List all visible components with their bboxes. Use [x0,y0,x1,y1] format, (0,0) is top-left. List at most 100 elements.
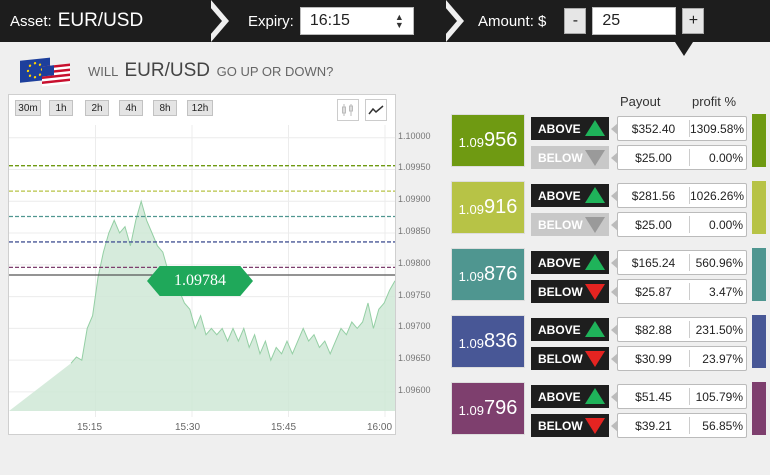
y-tick-label: 1.09800 [398,257,431,268]
strike-main: 876 [483,263,518,285]
payout-cell: $39.21 56.85% [617,413,747,438]
strike-price-box: 1.09 836 [451,315,525,368]
question-pair: EUR/USD [124,60,210,81]
below-label: BELOW [538,351,583,366]
payout-value: $39.21 [635,419,672,433]
y-tick-label: 1.09750 [398,289,431,300]
y-tick-label: 1.09900 [398,194,431,205]
payout-header: Payout [620,94,661,109]
arrow-up-icon [585,321,605,337]
below-label: BELOW [538,150,583,165]
strike-color-strip [752,114,766,167]
payout-cell: $51.45 105.79% [617,384,747,409]
timeframe-button[interactable]: 4h [119,100,143,116]
timeframe-button[interactable]: 30m [15,100,41,116]
timeframe-button[interactable]: 8h [153,100,177,116]
separator-chevron-inner [439,0,457,42]
amount-group: Amount: $ - 25 + [478,0,705,42]
amount-decrease-button[interactable]: - [564,8,587,34]
current-price-tag: 1.09784 [147,266,253,296]
arrow-up-icon [585,187,605,203]
profit-value: 105.79% [695,390,743,404]
arrow-down-icon [585,284,605,300]
above-button[interactable]: ABOVE [531,184,609,207]
expiry-label: Expiry: [248,12,294,30]
trade-question: WILL EUR/USD GO UP OR DOWN? [88,60,333,82]
x-tick-label: 15:15 [77,422,103,433]
asset-label: Asset: [10,12,52,30]
y-tick-label: 1.09850 [398,226,431,237]
amount-pointer [675,42,693,56]
above-button[interactable]: ABOVE [531,251,609,274]
asset-value[interactable]: EUR/USD [58,10,144,32]
arrow-down-icon [585,150,605,166]
profit-value: 1309.58% [690,122,745,136]
profit-value: 0.00% [708,151,743,165]
x-tick-label: 15:30 [175,422,201,433]
below-label: BELOW [538,217,583,232]
arrow-up-icon [585,120,605,136]
strike-prefix: 1.09 [458,202,484,217]
above-button[interactable]: ABOVE [531,117,609,140]
timeframe-button[interactable]: 12h [187,100,213,116]
line-chart-icon[interactable] [365,99,387,121]
expiry-select[interactable]: 16:15 ▲ ▼ [299,7,414,35]
strike-price-box: 1.09 956 [451,114,525,167]
payout-cell: $25.00 0.00% [617,212,747,237]
strike-color-strip [752,181,766,234]
arrow-down-icon [585,418,605,434]
timeframe-button[interactable]: 1h [49,100,73,116]
y-tick-label: 1.09650 [398,353,431,364]
above-label: ABOVE [538,322,581,337]
arrow-down-icon [585,217,605,233]
below-button[interactable]: BELOW [531,347,609,370]
arrow-up-icon [585,388,605,404]
payout-value: $30.99 [635,352,672,366]
strike-prefix: 1.09 [458,269,484,284]
below-label: BELOW [538,284,583,299]
select-arrows-icon: ▲ ▼ [394,12,404,30]
amount-input[interactable]: 25 [592,7,677,35]
strike-color-strip [752,248,766,301]
above-label: ABOVE [538,121,581,136]
question-suffix: GO UP OR DOWN? [216,64,334,79]
above-label: ABOVE [538,389,581,404]
payout-value: $25.00 [635,218,672,232]
candlestick-icon[interactable] [337,99,359,121]
below-button[interactable]: BELOW [531,213,609,236]
eu-us-flag-icon [20,57,70,87]
payout-cell: $281.56 1026.26% [617,183,747,208]
payout-cell: $25.00 0.00% [617,145,747,170]
payout-value: $25.00 [635,151,672,165]
price-chart[interactable]: 30m 1h 2h 4h 8h 12h 1.09784 15:15 15:30 15:45 16… [8,94,396,435]
amount-increase-button[interactable]: + [682,8,705,34]
above-label: ABOVE [538,255,581,270]
amount-label: Amount: $ [478,12,547,30]
payout-value: $82.88 [635,323,672,337]
payout-value: $25.87 [635,285,672,299]
profit-value: 560.96% [695,256,743,270]
y-tick-label: 1.09950 [398,162,431,173]
expiry-value: 16:15 [309,12,350,29]
top-bar: Asset: EUR/USD Expiry: 16:15 ▲ ▼ Amount: … [0,0,770,42]
below-button[interactable]: BELOW [531,280,609,303]
below-button[interactable]: BELOW [531,146,609,169]
payout-cell: $352.40 1309.58% [617,116,747,141]
above-button[interactable]: ABOVE [531,318,609,341]
below-button[interactable]: BELOW [531,414,609,437]
above-button[interactable]: ABOVE [531,385,609,408]
expiry-group: Expiry: 16:15 ▲ ▼ [248,0,414,42]
strike-main: 836 [483,330,518,352]
payout-value: $352.40 [631,122,676,136]
asset-group: Asset: EUR/USD [10,0,143,42]
profit-header: profit % [692,94,737,109]
price-chart-svg [9,125,395,417]
above-label: ABOVE [538,188,581,203]
strike-color-strip [752,382,766,435]
question-prefix: WILL [88,64,118,79]
arrow-down-icon [585,351,605,367]
below-label: BELOW [538,418,583,433]
profit-value: 3.47% [708,285,743,299]
timeframe-button[interactable]: 2h [85,100,109,116]
payout-value: $281.56 [631,189,676,203]
